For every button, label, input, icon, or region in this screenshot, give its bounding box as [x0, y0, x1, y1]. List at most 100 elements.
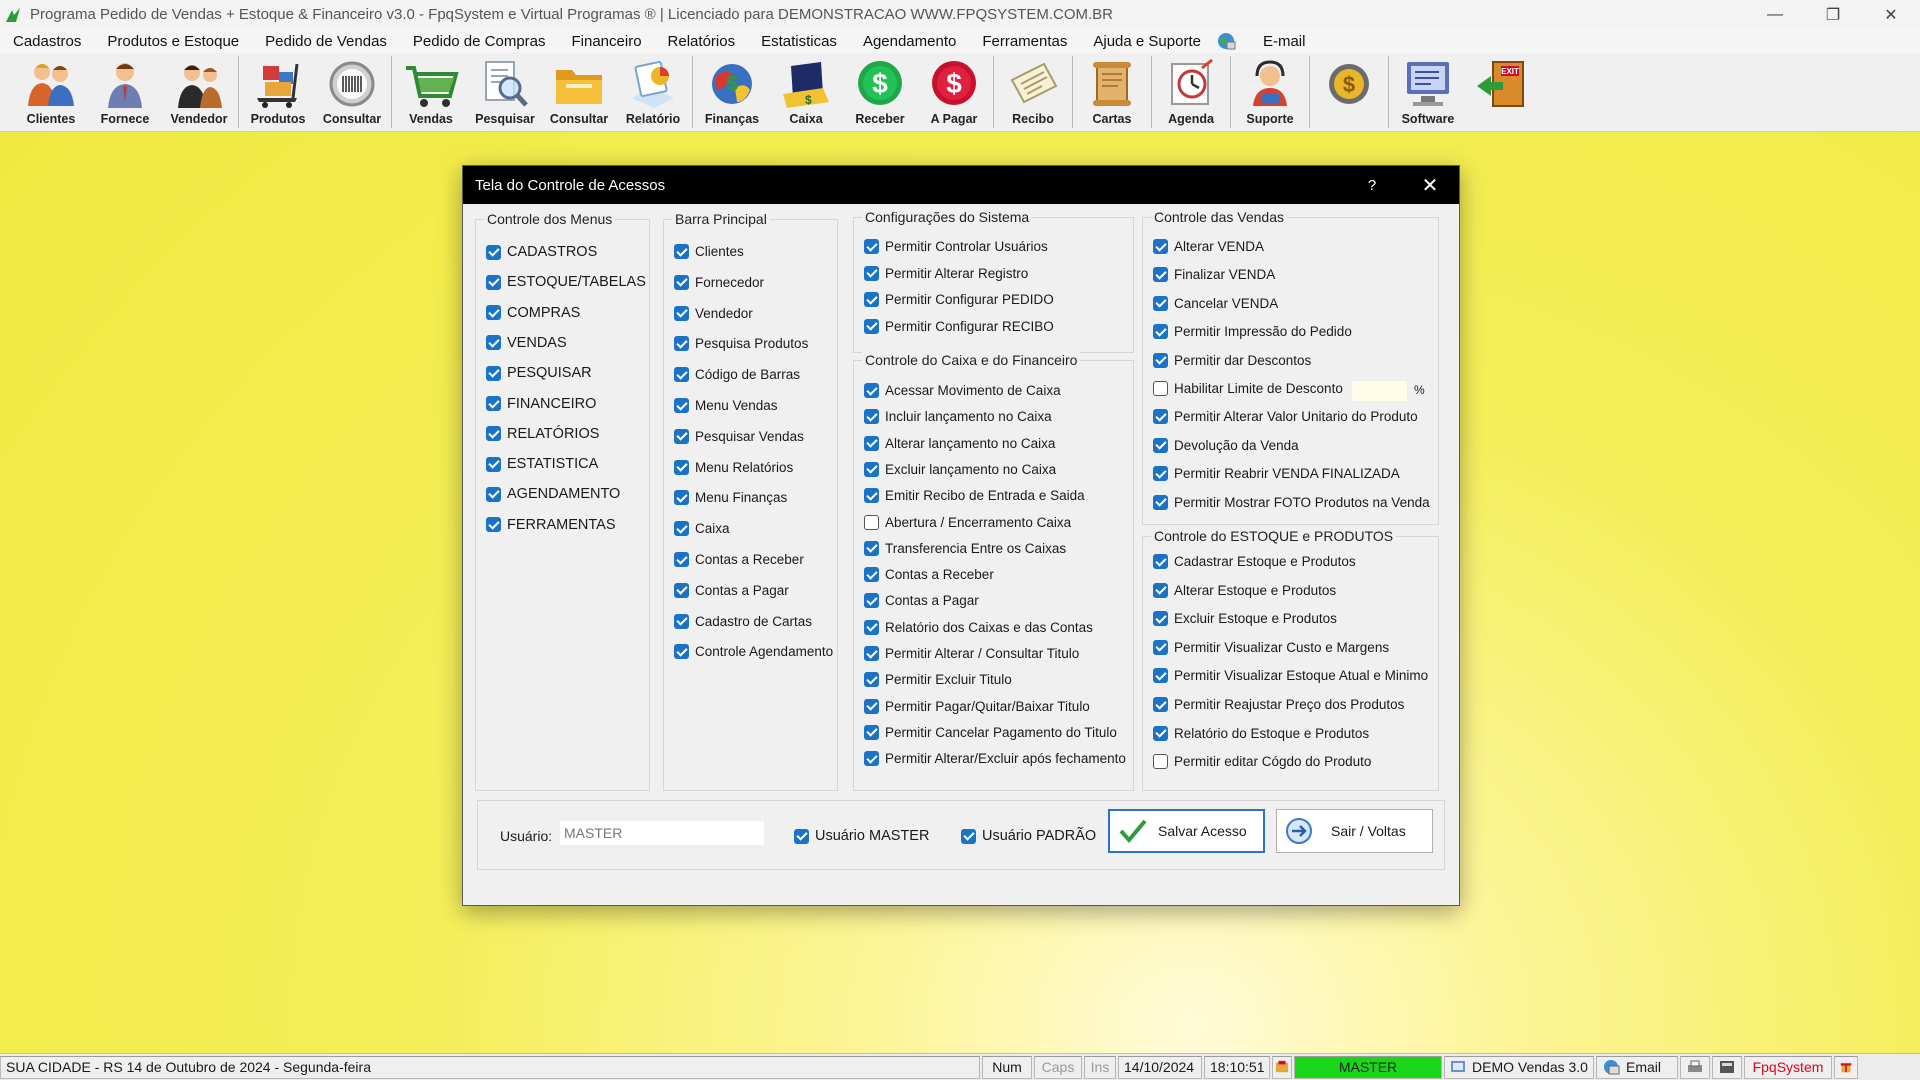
- help-button[interactable]: ?: [1343, 177, 1401, 194]
- toolbar-suporte-button[interactable]: Suporte: [1233, 53, 1307, 131]
- toolbar-vendas-button[interactable]: Vendas: [394, 53, 468, 131]
- checkbox-box[interactable]: [864, 461, 879, 477]
- checkbox-barra-11[interactable]: Contas a Pagar: [674, 582, 789, 598]
- checkbox-estoque-6[interactable]: Relatório do Estoque e Produtos: [1153, 725, 1369, 741]
- checkbox-vendas-6[interactable]: Permitir Alterar Valor Unitario do Produ…: [1153, 409, 1418, 425]
- checkbox-estoque-3[interactable]: Permitir Visualizar Custo e Margens: [1153, 639, 1389, 655]
- checkbox-box[interactable]: [486, 365, 501, 381]
- checkbox-caixa-10[interactable]: Permitir Alterar / Consultar Titulo: [864, 646, 1079, 661]
- minimize-button[interactable]: —: [1746, 0, 1804, 29]
- checkbox-barra-2[interactable]: Vendedor: [674, 305, 753, 321]
- checkbox-barra-0[interactable]: Clientes: [674, 244, 744, 259]
- checkbox-menus-3[interactable]: VENDAS: [486, 335, 567, 351]
- checkbox-box[interactable]: [674, 521, 689, 537]
- checkbox-box[interactable]: [674, 274, 689, 290]
- checkbox-config-2[interactable]: Permitir Configurar PEDIDO: [864, 292, 1054, 307]
- checkbox-box[interactable]: [486, 244, 501, 260]
- toolbar-relatorio-button[interactable]: Relatório: [616, 53, 690, 131]
- checkbox-caixa-12[interactable]: Permitir Pagar/Quitar/Baixar Titulo: [864, 698, 1090, 714]
- checkbox-barra-5[interactable]: Menu Vendas: [674, 398, 778, 413]
- checkbox-box[interactable]: [864, 383, 879, 398]
- checkbox-barra-3[interactable]: Pesquisa Produtos: [674, 336, 808, 352]
- checkbox-box[interactable]: [864, 488, 879, 504]
- toolbar-consultar-button[interactable]: Consultar: [315, 53, 389, 131]
- checkbox-box[interactable]: [674, 582, 689, 598]
- checkbox-box[interactable]: [1153, 466, 1168, 482]
- close-window-button[interactable]: ✕: [1862, 0, 1920, 29]
- checkbox-box[interactable]: [1153, 725, 1168, 741]
- checkbox-box[interactable]: [864, 672, 879, 688]
- checkbox-box[interactable]: [486, 274, 501, 290]
- checkbox-box[interactable]: [1153, 668, 1168, 684]
- toolbar-coin-button[interactable]: $: [1312, 53, 1386, 131]
- checkbox-config-3[interactable]: Permitir Configurar RECIBO: [864, 318, 1054, 334]
- menu-ajuda-suporte[interactable]: Ajuda e Suporte: [1080, 33, 1214, 50]
- checkbox-box[interactable]: [1153, 381, 1168, 396]
- checkbox-vendas-4[interactable]: Permitir dar Descontos: [1153, 352, 1311, 368]
- toolbar-agenda-button[interactable]: Agenda: [1154, 53, 1228, 131]
- toolbar-recibo-button[interactable]: Recibo: [996, 53, 1070, 131]
- toolbar-exit-button[interactable]: EXIT: [1465, 53, 1539, 131]
- checkbox-caixa-8[interactable]: Contas a Pagar: [864, 593, 979, 609]
- checkbox-vendas-1[interactable]: Finalizar VENDA: [1153, 267, 1275, 283]
- checkbox-box[interactable]: [674, 398, 689, 413]
- checkbox-barra-4[interactable]: Código de Barras: [674, 367, 800, 383]
- usuario-padrao-checkbox[interactable]: Usuário PADRÃO: [961, 828, 1096, 844]
- checkbox-caixa-6[interactable]: Transferencia Entre os Caixas: [864, 540, 1066, 556]
- checkbox-caixa-9[interactable]: Relatório dos Caixas e das Contas: [864, 619, 1093, 635]
- globe-icon[interactable]: [1216, 31, 1236, 51]
- checkbox-box[interactable]: [486, 396, 501, 411]
- checkbox-caixa-5[interactable]: Abertura / Encerramento Caixa: [864, 514, 1071, 530]
- menu-ferramentas[interactable]: Ferramentas: [969, 33, 1080, 50]
- checkbox-box[interactable]: [864, 646, 879, 661]
- checkbox-box[interactable]: [486, 305, 501, 321]
- checkbox-barra-10[interactable]: Contas a Receber: [674, 552, 804, 567]
- checkbox-caixa-14[interactable]: Permitir Alterar/Excluir após fechamento: [864, 751, 1126, 767]
- usuario-master-checkbox[interactable]: Usuário MASTER: [794, 828, 929, 844]
- checkbox-box[interactable]: [1153, 754, 1168, 770]
- checkbox-box[interactable]: [1153, 582, 1168, 598]
- menu-cadastros[interactable]: Cadastros: [0, 33, 94, 50]
- checkbox-box[interactable]: [1153, 409, 1168, 425]
- checkbox-caixa-1[interactable]: Incluir lançamento no Caixa: [864, 409, 1052, 425]
- checkbox-box[interactable]: [864, 567, 879, 583]
- checkbox-barra-12[interactable]: Cadastro de Cartas: [674, 613, 812, 629]
- checkbox-box[interactable]: [1153, 554, 1168, 569]
- checkbox-config-1[interactable]: Permitir Alterar Registro: [864, 265, 1028, 281]
- checkbox-estoque-2[interactable]: Excluir Estoque e Produtos: [1153, 611, 1337, 627]
- checkbox-vendas-3[interactable]: Permitir Impressão do Pedido: [1153, 324, 1352, 340]
- checkbox-box[interactable]: [674, 490, 689, 506]
- discount-limit-input[interactable]: [1352, 381, 1407, 401]
- checkbox-box[interactable]: [1153, 494, 1168, 510]
- toolbar-fornece-button[interactable]: Fornece: [88, 53, 162, 131]
- checkbox-menus-9[interactable]: FERRAMENTAS: [486, 517, 616, 533]
- checkbox-box[interactable]: [864, 435, 879, 451]
- toolbar-financas-button[interactable]: $ Finanças: [695, 53, 769, 131]
- checkbox-box[interactable]: [864, 724, 879, 740]
- checkbox-box[interactable]: [674, 428, 689, 444]
- checkbox-box[interactable]: [961, 828, 976, 844]
- printer-icon[interactable]: [1680, 1055, 1710, 1079]
- checkbox-estoque-1[interactable]: Alterar Estoque e Produtos: [1153, 582, 1336, 598]
- checkbox-box[interactable]: [864, 514, 879, 530]
- checkbox-menus-5[interactable]: FINANCEIRO: [486, 396, 596, 412]
- checkbox-vendas-8[interactable]: Permitir Reabrir VENDA FINALIZADA: [1153, 466, 1400, 482]
- checkbox-box[interactable]: [864, 698, 879, 714]
- toolbar-vendedor-button[interactable]: Vendedor: [162, 53, 236, 131]
- checkbox-menus-6[interactable]: RELATÓRIOS: [486, 426, 599, 442]
- checkbox-box[interactable]: [1153, 697, 1168, 712]
- checkbox-menus-1[interactable]: ESTOQUE/TABELAS: [486, 274, 646, 290]
- checkbox-box[interactable]: [486, 335, 501, 351]
- checkbox-box[interactable]: [674, 367, 689, 383]
- gift-icon[interactable]: [1834, 1055, 1858, 1079]
- checkbox-box[interactable]: [864, 593, 879, 609]
- toolbar-pesquisar-button[interactable]: Pesquisar: [468, 53, 542, 131]
- checkbox-menus-4[interactable]: PESQUISAR: [486, 365, 592, 381]
- checkbox-box[interactable]: [1153, 239, 1168, 254]
- exit-button[interactable]: Sair / Voltas: [1276, 809, 1433, 853]
- checkbox-vendas-0[interactable]: Alterar VENDA: [1153, 239, 1264, 254]
- checkbox-box[interactable]: [1153, 295, 1168, 311]
- checkbox-box[interactable]: [674, 613, 689, 629]
- checkbox-caixa-3[interactable]: Excluir lançamento no Caixa: [864, 461, 1056, 477]
- toolbar-receber-button[interactable]: $ Receber: [843, 53, 917, 131]
